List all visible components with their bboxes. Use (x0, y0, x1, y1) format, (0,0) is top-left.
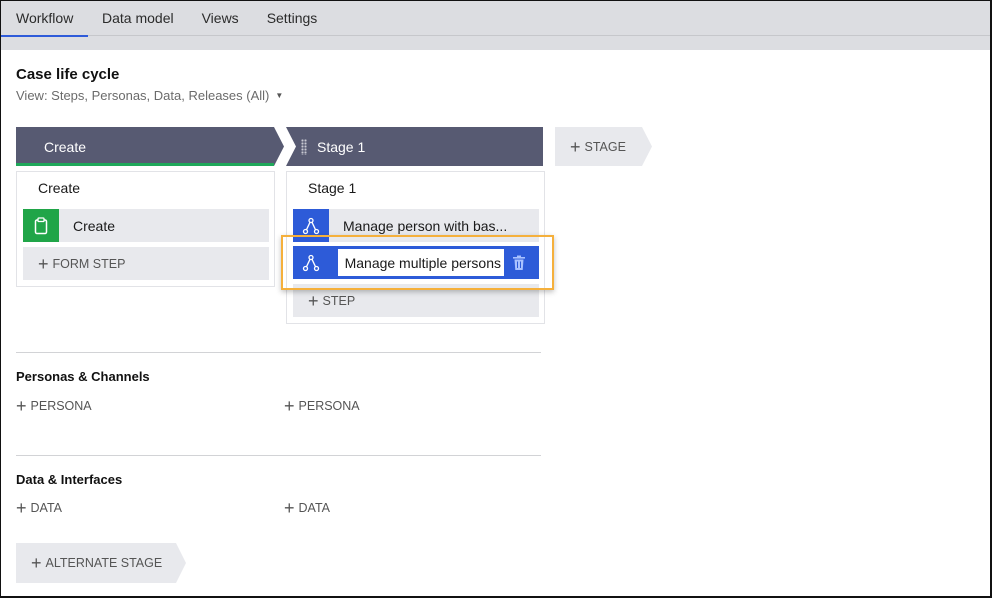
data-section-title: Data & Interfaces (16, 472, 123, 487)
plus-icon: + (284, 498, 295, 518)
add-data-label: DATA (30, 501, 62, 515)
step-manage-person[interactable]: Manage person with bas... (293, 209, 539, 242)
add-alternate-stage-button[interactable]: + ALTERNATE STAGE (16, 543, 186, 583)
add-stage-button[interactable]: + STAGE (555, 127, 652, 166)
add-alternate-stage-label: ALTERNATE STAGE (45, 556, 163, 570)
add-persona-label: PERSONA (298, 399, 360, 413)
stage-name: Stage 1 (317, 138, 366, 155)
tab-data-model[interactable]: Data model (88, 0, 188, 36)
add-step-button[interactable]: + STEP (293, 284, 539, 317)
caret-down-icon: ▼ (275, 91, 284, 100)
add-data-button-stage-1[interactable]: + DATA (284, 499, 330, 517)
plus-icon: + (570, 136, 581, 157)
trash-icon[interactable] (504, 246, 534, 279)
plus-icon: + (308, 290, 319, 311)
view-selector[interactable]: View: Steps, Personas, Data, Releases (A… (16, 88, 283, 103)
step-create[interactable]: Create (23, 209, 269, 242)
add-form-step-button[interactable]: + FORM STEP (23, 247, 269, 280)
add-step-label: STEP (322, 293, 356, 308)
add-persona-label: PERSONA (30, 399, 92, 413)
step-label: Manage person with bas... (343, 217, 508, 234)
plus-icon: + (284, 396, 295, 416)
stage-body-create: Create Create + FORM STEP (16, 171, 275, 287)
step-manage-multiple-persons[interactable] (293, 246, 539, 279)
step-name-input[interactable] (338, 249, 504, 276)
process-name[interactable]: Stage 1 (308, 180, 356, 196)
add-persona-button-stage-1[interactable]: + PERSONA (284, 397, 360, 415)
stage-name: Create (44, 138, 87, 155)
stage-header-create[interactable]: Create (16, 127, 284, 166)
subprocess-icon (293, 246, 329, 279)
process-name[interactable]: Create (38, 180, 80, 196)
step-label: Create (73, 217, 116, 234)
add-stage-label: STAGE (584, 139, 626, 154)
plus-icon: + (16, 498, 27, 518)
plus-icon: + (31, 553, 42, 573)
tab-bar: Workflow Data model Views Settings (0, 0, 992, 50)
stage-header-stage-1[interactable]: Stage 1 (286, 127, 543, 166)
tab-settings[interactable]: Settings (253, 0, 332, 36)
section-divider (16, 455, 541, 456)
plus-icon: + (16, 396, 27, 416)
add-form-step-label: FORM STEP (52, 256, 126, 271)
plus-icon: + (38, 253, 49, 274)
add-data-label: DATA (298, 501, 330, 515)
stage-body-stage-1: Stage 1 Manage person with bas... + STEP (286, 171, 545, 324)
clipboard-icon (23, 209, 59, 242)
personas-section-title: Personas & Channels (16, 369, 150, 384)
view-selector-label: View: Steps, Personas, Data, Releases (A… (16, 88, 270, 103)
section-divider (16, 352, 541, 353)
page-title: Case life cycle (16, 66, 120, 83)
stage-complete-bar (16, 163, 274, 166)
subprocess-icon (293, 209, 329, 242)
add-persona-button-create[interactable]: + PERSONA (16, 397, 92, 415)
drag-handle-icon[interactable] (301, 138, 307, 155)
tab-views[interactable]: Views (188, 0, 253, 36)
tab-workflow[interactable]: Workflow (0, 0, 88, 37)
add-data-button-create[interactable]: + DATA (16, 499, 62, 517)
